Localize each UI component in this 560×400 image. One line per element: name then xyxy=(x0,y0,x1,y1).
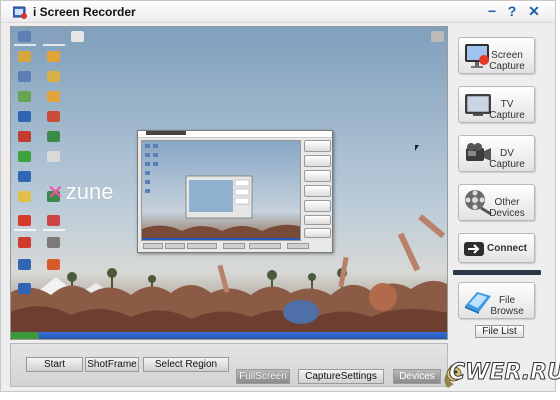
desktop-icon[interactable] xyxy=(18,171,31,182)
nested-bottom-button xyxy=(165,243,185,249)
nested-button xyxy=(304,200,331,212)
zune-logo: ✕zune xyxy=(47,179,114,204)
nested-bottom-button xyxy=(223,243,245,249)
nested-button xyxy=(304,215,331,225)
desktop-icon[interactable] xyxy=(47,259,60,270)
window-title: i Screen Recorder xyxy=(33,5,136,19)
nested-recorder-window xyxy=(137,130,333,253)
desktop-icon[interactable] xyxy=(47,111,60,122)
desktop-icon-label xyxy=(43,44,65,46)
nested-bottom-button xyxy=(287,243,309,249)
desktop-icon[interactable] xyxy=(47,91,60,102)
other-devices-button[interactable]: Other Devices xyxy=(458,184,535,221)
close-button[interactable]: ✕ xyxy=(526,3,542,19)
desktop-icon[interactable] xyxy=(71,31,84,42)
desktop-icon[interactable] xyxy=(18,51,31,62)
tv-capture-button[interactable]: TV Capture xyxy=(458,86,535,123)
desktop-icon[interactable] xyxy=(47,51,60,62)
desktop-icon[interactable] xyxy=(18,191,31,202)
connect-button[interactable]: Connect xyxy=(458,233,535,263)
desktop-icon[interactable] xyxy=(47,31,60,42)
capture-preview[interactable]: ✕zune xyxy=(10,26,448,340)
nested-button xyxy=(304,155,331,167)
desktop-icon[interactable] xyxy=(18,237,31,248)
desktop-start-button xyxy=(11,332,39,339)
other-devices-label: Other Devices xyxy=(489,197,525,219)
minimize-button[interactable]: − xyxy=(484,3,500,19)
app-logo-icon xyxy=(13,6,27,19)
desktop-icon[interactable] xyxy=(18,283,31,294)
desktop-taskbar xyxy=(11,332,447,339)
nested-preview xyxy=(141,140,301,241)
nested-button xyxy=(304,228,331,238)
nested-button xyxy=(304,140,331,152)
desktop-icon[interactable] xyxy=(18,151,31,162)
screen-capture-label: Screen Capture xyxy=(489,50,525,72)
title-bar[interactable]: i Screen Recorder − ? ✕ xyxy=(1,1,555,23)
dv-capture-button[interactable]: DV Capture xyxy=(458,135,535,172)
shotframe-button[interactable]: ShotFrame xyxy=(85,357,139,372)
desktop-icon[interactable] xyxy=(18,31,31,42)
nested-bottom-button xyxy=(143,243,163,249)
desktop-icon-label xyxy=(14,44,36,46)
desktop-icon[interactable] xyxy=(18,131,31,142)
desktop-icon[interactable] xyxy=(47,237,60,248)
fullscreen-button[interactable]: FullScreen xyxy=(236,369,290,384)
desktop-icon[interactable] xyxy=(18,71,31,82)
nested-button xyxy=(304,170,331,182)
nested-bottom-button xyxy=(187,243,217,249)
nested-title-text xyxy=(146,131,186,135)
desktop-icon-label xyxy=(14,229,36,231)
devices-button[interactable]: Devices xyxy=(393,369,441,384)
desktop-icon[interactable] xyxy=(47,151,60,162)
desktop-icon-label xyxy=(43,229,65,231)
nested-title-bar xyxy=(138,131,332,138)
sidebar-divider xyxy=(453,270,541,275)
file-browse-button[interactable]: File Browse xyxy=(458,282,535,319)
desktop-icon[interactable] xyxy=(18,111,31,122)
desktop-icon[interactable] xyxy=(18,259,31,270)
help-button[interactable]: ? xyxy=(504,3,520,19)
screen-capture-button[interactable]: Screen Capture xyxy=(458,37,535,74)
mouse-cursor-icon xyxy=(415,145,419,151)
desktop-icon[interactable] xyxy=(47,71,60,82)
desktop-icon[interactable] xyxy=(18,91,31,102)
nested-bottom-bar xyxy=(141,243,331,251)
nested-button xyxy=(304,185,331,197)
start-button[interactable]: Start xyxy=(26,357,83,372)
file-browse-label: File Browse xyxy=(490,295,524,317)
nested-wallpaper xyxy=(142,141,300,240)
nested-bottom-button xyxy=(249,243,281,249)
nested-side-buttons xyxy=(304,140,331,241)
watermark-text: CWER.RU xyxy=(449,360,560,386)
select-region-button[interactable]: Select Region xyxy=(143,357,229,372)
desktop-icon[interactable] xyxy=(47,215,60,226)
app-window: i Screen Recorder − ? ✕ ✕zune Screen Cap… xyxy=(0,0,556,392)
tv-capture-label: TV Capture xyxy=(489,99,525,121)
file-list-button[interactable]: File List xyxy=(475,325,524,338)
capture-settings-button[interactable]: CaptureSettings xyxy=(298,369,384,384)
connect-label: Connect xyxy=(487,243,527,254)
desktop-icon[interactable] xyxy=(431,31,444,42)
desktop-icon[interactable] xyxy=(47,131,60,142)
dv-capture-label: DV Capture xyxy=(489,148,525,170)
desktop-icon[interactable] xyxy=(18,215,31,226)
